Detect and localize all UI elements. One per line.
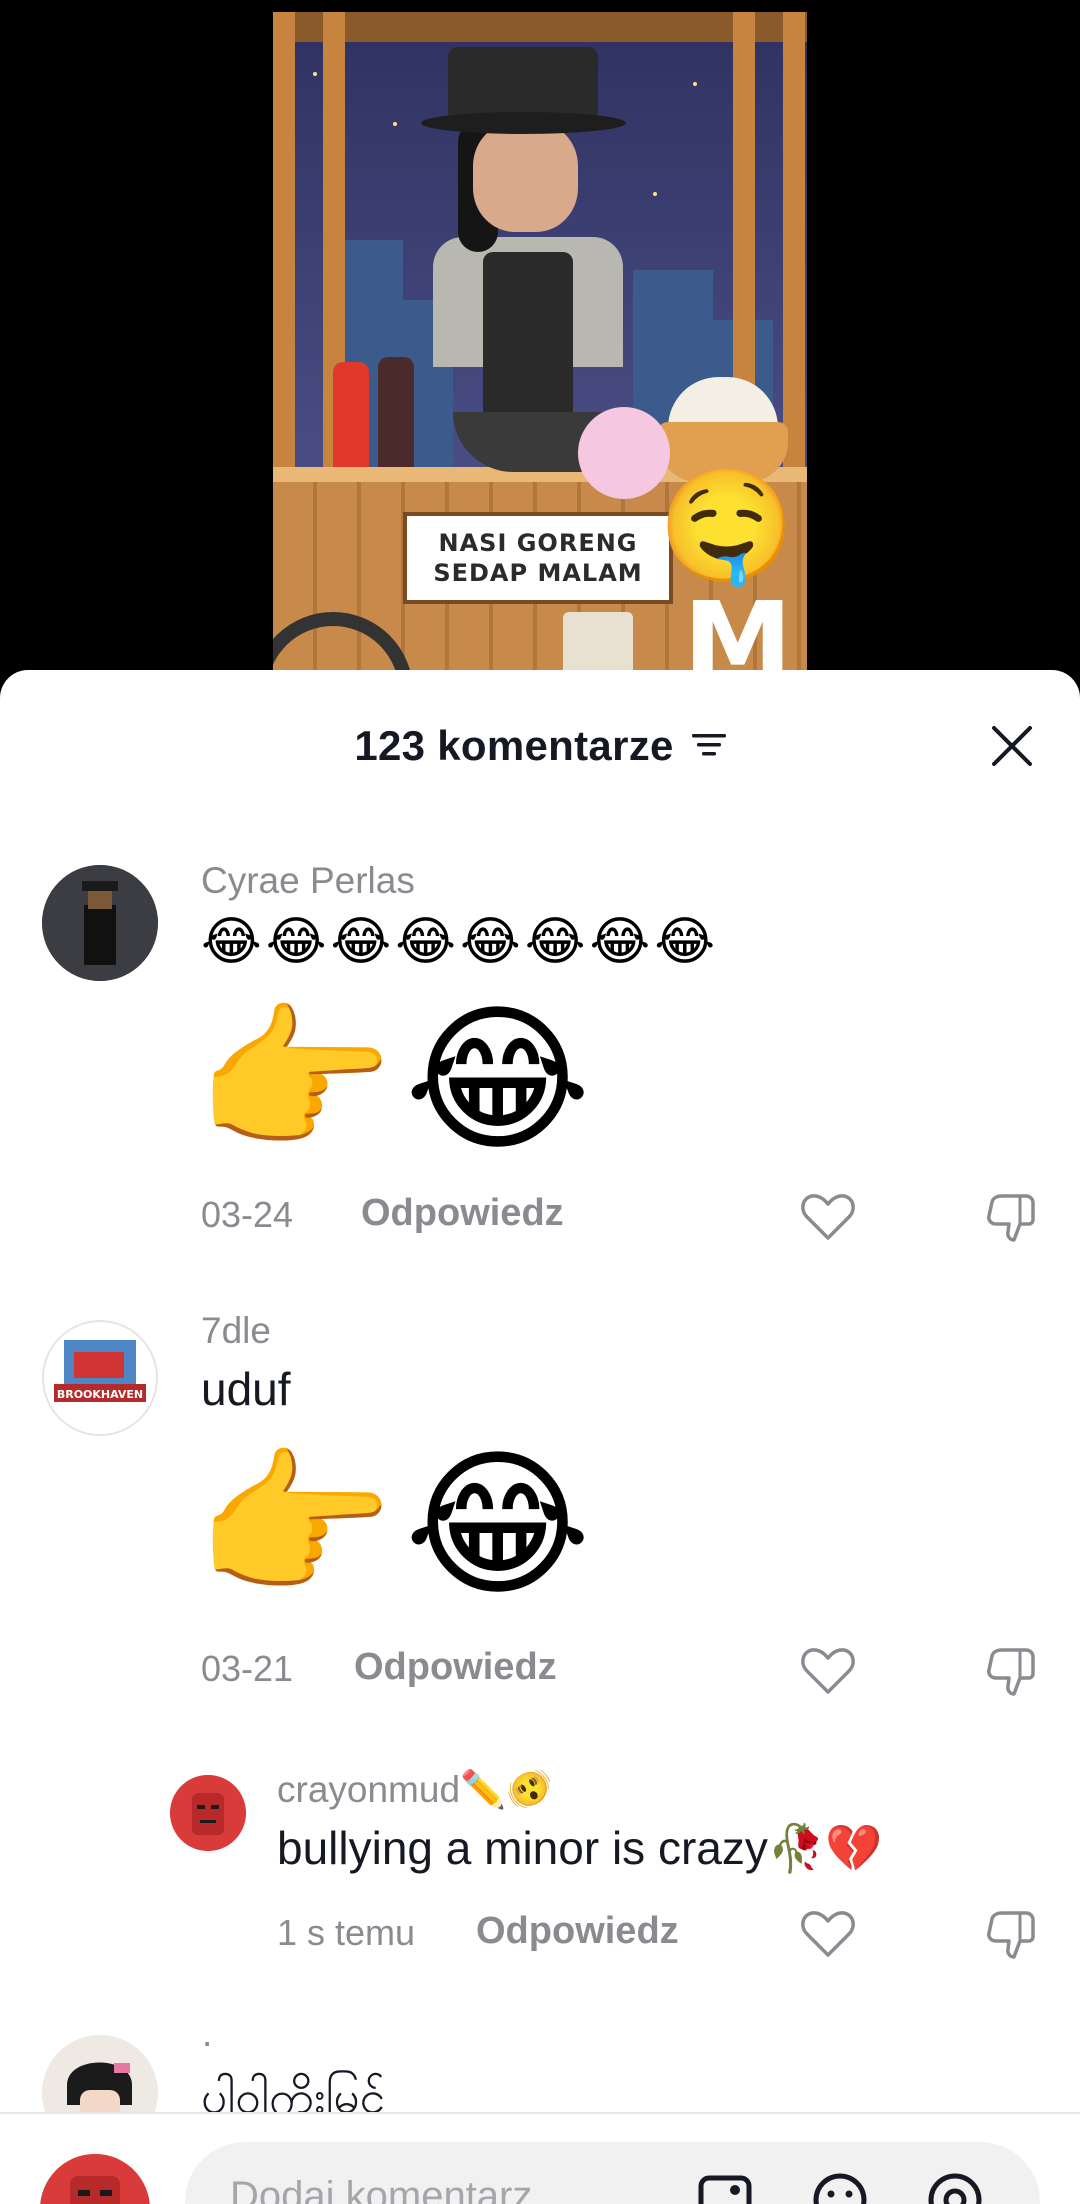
sauce-bottle [333,362,369,482]
comments-sheet: 123 komentarze Cyrae Perlas 😂😂😂😂😂😂😂😂 👉� [0,670,1080,2204]
comment-username[interactable]: crayonmud✏️🫨 [277,1769,552,1812]
top-hat [448,47,598,117]
dislike-icon[interactable] [982,1905,1040,1963]
star [653,192,657,196]
reply-button[interactable]: Odpowiedz [476,1910,679,1953]
comment-username[interactable]: Cyrae Perlas [201,860,415,902]
image-icon[interactable] [695,2170,755,2204]
avatar-label: BROOKHAVEN [57,1388,143,1401]
top-hat-brim [421,112,626,134]
comment-sticker: 👉😂 [195,990,602,1169]
cook-face [473,122,578,232]
heart-icon[interactable] [799,1642,857,1700]
comment-date: 03-21 [201,1648,294,1689]
comments-count-label: 123 komentarze [354,722,674,769]
comment-text: uduf [201,1363,291,1415]
filter-icon[interactable] [691,732,726,758]
comment-username[interactable]: · [201,2021,213,2063]
video-player[interactable]: NASI GORENG SEDAP MALAM 🤤 M [0,0,1080,680]
stall-sign: NASI GORENG SEDAP MALAM [403,512,673,604]
comments-header: 123 komentarze [0,670,1080,810]
comment-text: bullying a minor is crazy🥀💔 [277,1822,883,1874]
close-icon[interactable] [986,720,1038,772]
comments-title[interactable]: 123 komentarze [0,722,1080,770]
sign-line-2: SEDAP MALAM [433,559,643,587]
video-frame: NASI GORENG SEDAP MALAM 🤤 M [273,12,807,680]
current-user-avatar [40,2154,150,2204]
comment-username[interactable]: 7dle [201,1310,271,1352]
video-watermark: M [683,578,793,680]
mention-icon[interactable] [925,2170,985,2204]
comment-item: Cyrae Perlas 😂😂😂😂😂😂😂😂 👉😂 [0,850,1080,1180]
comment-input-bar: Dodaj komentarz... [0,2114,1080,2204]
emoji-icon[interactable] [810,2170,870,2204]
comment-date: 1 s temu [277,1912,416,1953]
reply-button[interactable]: Odpowiedz [354,1646,557,1689]
avatar[interactable] [42,865,158,981]
avatar[interactable]: BROOKHAVEN [42,1320,158,1436]
drooling-emoji-sticker: 🤤 [658,465,795,588]
dislike-icon[interactable] [982,1642,1040,1700]
comment-input[interactable]: Dodaj komentarz... [185,2142,1040,2204]
heart-icon[interactable] [799,1188,857,1246]
star [393,122,397,126]
soy-bottle [378,357,414,482]
comment-date: 03-24 [201,1194,294,1235]
star [313,72,317,76]
food-bubble [578,407,670,499]
comment-input-placeholder: Dodaj komentarz... [230,2174,566,2204]
reply-button[interactable]: Odpowiedz [361,1192,564,1235]
comment-sticker: 👉😂 [195,1435,602,1614]
dislike-icon[interactable] [982,1188,1040,1246]
star [693,82,697,86]
comment-emoji-text: 😂😂😂😂😂😂😂😂 [201,913,720,971]
comment-item: BROOKHAVEN 7dle uduf 👉😂 [0,1310,1080,1640]
heart-icon[interactable] [799,1905,857,1963]
sign-line-1: NASI GORENG [438,529,638,557]
avatar[interactable] [170,1775,246,1851]
stall-roof [273,12,807,42]
